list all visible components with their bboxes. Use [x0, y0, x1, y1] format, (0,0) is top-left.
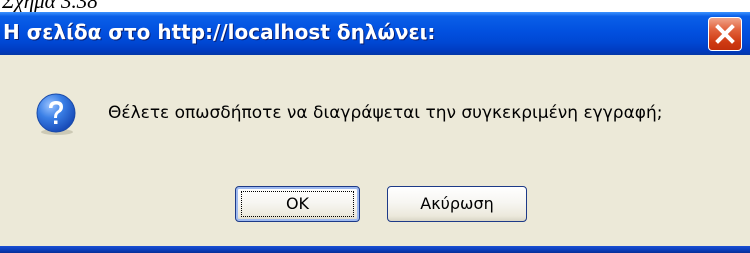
close-icon	[715, 24, 735, 44]
cancel-button[interactable]: Ακύρωση	[387, 186, 527, 222]
question-icon	[36, 93, 76, 135]
confirm-dialog: Η σελίδα στο http://localhost δηλώνει: Θ…	[0, 12, 750, 253]
dialog-message: Θέλετε οπωσδήποτε να διαγράψεται την συγ…	[108, 103, 663, 123]
ok-button[interactable]: OK	[235, 186, 360, 222]
focus-rectangle	[241, 191, 354, 217]
page: Σχήμα 3.38 Η σελίδα στο http://localhost…	[0, 0, 750, 253]
cancel-button-label: Ακύρωση	[420, 194, 494, 213]
dialog-titlebar[interactable]: Η σελίδα στο http://localhost δηλώνει:	[0, 12, 750, 55]
dialog-bottom-border	[0, 246, 750, 253]
dialog-body: Θέλετε οπωσδήποτε να διαγράψεται την συγ…	[0, 55, 750, 246]
dialog-title: Η σελίδα στο http://localhost δηλώνει:	[3, 20, 436, 44]
close-button[interactable]	[708, 17, 742, 51]
